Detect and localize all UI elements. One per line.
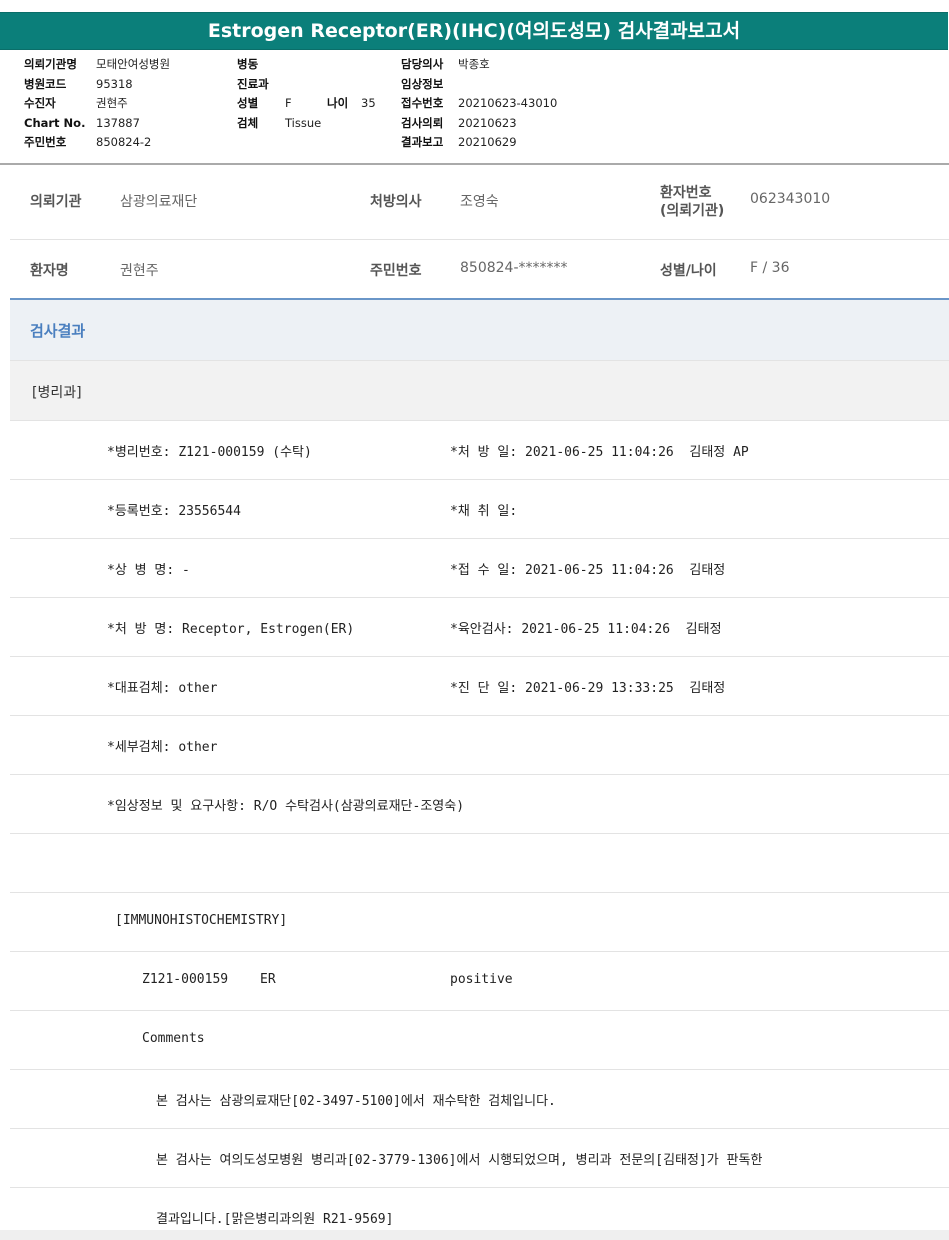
header-divider bbox=[0, 163, 949, 165]
header-field: 병원코드 95318 bbox=[24, 76, 133, 91]
header-field: 수진자 권현주 bbox=[24, 96, 128, 110]
header-field: 검체 Tissue bbox=[237, 115, 322, 130]
header-col-2: 병동 진료과 성별 F 나이 35 검체 Tissue bbox=[237, 55, 376, 133]
result-row: *등록번호: 23556544 *채 취 일: bbox=[107, 504, 518, 519]
patient-info-row: 의뢰기관 삼광의료재단 처방의사 조영숙 환자번호 (의뢰기관) 0623430… bbox=[30, 185, 831, 219]
report-header: 의뢰기관명 모태안여성병원 병원코드 95318 수진자 권현주 Chart No. 1… bbox=[0, 55, 949, 155]
comment-row: 본 검사는 여의도성모병원 병리과[02-3779-1306]에서 시행되었으며… bbox=[156, 1153, 763, 1168]
department-row: [병리과] bbox=[10, 361, 949, 420]
result-row: *세부검체: other bbox=[107, 740, 218, 755]
result-row: *임상정보 및 요구사항: R/O 수탁검사(삼광의료재단-조영숙) bbox=[107, 799, 465, 814]
header-field: 접수번호 20210623-43010 bbox=[401, 96, 558, 110]
header-col-1: 의뢰기관명 모태안여성병원 병원코드 95318 수진자 권현주 Chart No. 1… bbox=[24, 55, 170, 153]
result-row: *처 방 명: Receptor, Estrogen(ER) *육안검사: 20… bbox=[107, 622, 722, 637]
result-row: *상 병 명: - *접 수 일: 2021-06-25 11:04:26 김태… bbox=[107, 563, 726, 578]
header-field: 결과보고 20210629 bbox=[401, 135, 517, 149]
header-field: 성별 F 나이 35 bbox=[237, 96, 376, 110]
header-field: 검사의뢰 20210623 bbox=[401, 115, 517, 130]
header-field: 담당의사 박종호 bbox=[401, 57, 490, 71]
header-col-3: 담당의사 박종호 임상정보 접수번호 20210623-43010 검사의뢰 2021… bbox=[401, 55, 557, 153]
ihc-heading-row: [IMMUNOHISTOCHEMISTRY] bbox=[115, 913, 288, 928]
comments-label-row: Comments bbox=[142, 1031, 205, 1046]
header-field: 병동 bbox=[237, 57, 259, 71]
comment-row: 결과입니다.[맑은병리과의원 R21-9569] bbox=[156, 1212, 394, 1227]
ihc-result-row: Z121-000159 ER positive bbox=[142, 972, 513, 987]
result-row: *병리번호: Z121-000159 (수탁) *처 방 일: 2021-06-… bbox=[107, 445, 749, 460]
header-field: 의뢰기관명 모태안여성병원 bbox=[24, 57, 171, 71]
result-row: *대표검체: other *진 단 일: 2021-06-29 13:33:25… bbox=[107, 681, 726, 696]
blank-row bbox=[10, 833, 949, 892]
row-divider bbox=[10, 239, 949, 240]
patient-info-row: 환자명 권현주 주민번호 850824-******* 성별/나이 F / 36 bbox=[30, 260, 790, 279]
header-field: Chart No. 137887 bbox=[24, 115, 140, 130]
results-heading: 검사결과 bbox=[10, 300, 949, 360]
comment-row: 본 검사는 삼광의료재단[02-3497-5100]에서 재수탁한 검체입니다. bbox=[156, 1094, 556, 1109]
header-field: 진료과 bbox=[237, 76, 269, 91]
horizontal-scrollbar[interactable] bbox=[0, 1230, 949, 1240]
report-title: Estrogen Receptor(ER)(IHC)(여의도성모) 검사결과보고… bbox=[0, 12, 948, 50]
header-field: 주민번호 850824-2 bbox=[24, 135, 152, 149]
header-field: 임상정보 bbox=[401, 76, 444, 91]
